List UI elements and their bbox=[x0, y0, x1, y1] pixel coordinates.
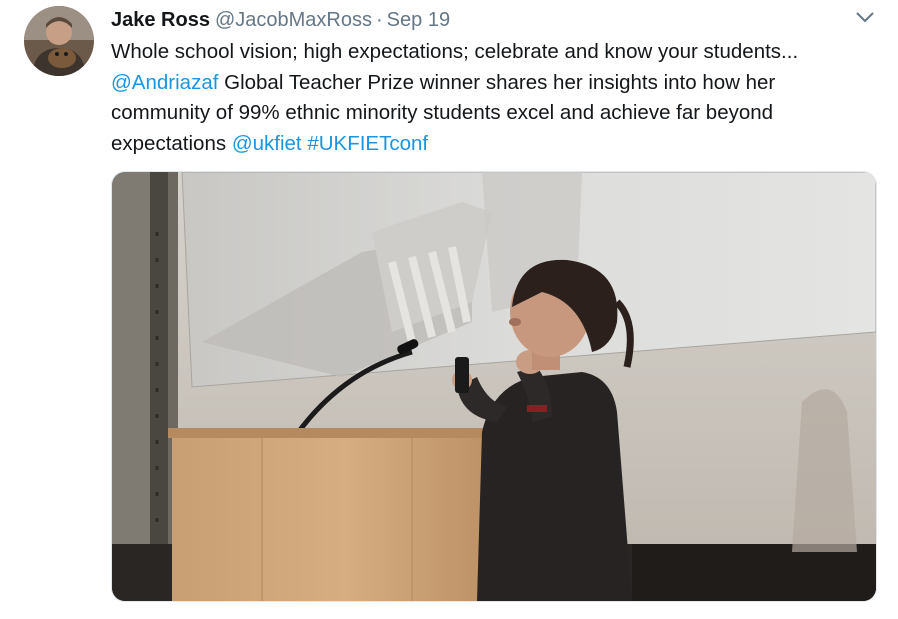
tweet-card[interactable]: Jake Ross @JacobMaxRoss · Sep 19 Whole scho… bbox=[0, 0, 898, 619]
author-handle[interactable]: @JacobMaxRoss bbox=[215, 9, 372, 31]
tweet-text: Whole school vision; high expectations; … bbox=[111, 37, 881, 159]
tweet-text-line-4: expectations @ukfiet #UKFIETconf bbox=[111, 129, 881, 160]
tweet-photo[interactable] bbox=[111, 171, 877, 602]
tweet-timestamp[interactable]: Sep 19 bbox=[387, 9, 450, 31]
hashtag-link-ukfietconf[interactable]: #UKFIETconf bbox=[307, 132, 428, 155]
separator-dot: · bbox=[376, 9, 383, 31]
tweet-text-line-1: Whole school vision; high expectations; … bbox=[111, 40, 799, 63]
mention-link-ukfiet[interactable]: @ukfiet bbox=[232, 132, 302, 155]
tweet-text-segment: Global Teacher Prize winner shares her i… bbox=[218, 70, 776, 94]
tweet-text-segment: expectations bbox=[111, 131, 232, 155]
tweet-text-line-2: @Andriazaf Global Teacher Prize winner s… bbox=[111, 68, 881, 99]
tweet-header: Jake Ross @JacobMaxRoss · Sep 19 bbox=[111, 7, 838, 33]
chevron-down-icon bbox=[856, 10, 874, 28]
more-options-button[interactable] bbox=[854, 10, 876, 28]
avatar[interactable] bbox=[24, 6, 94, 76]
tweet-text-line-3: community of 99% ethnic minority student… bbox=[111, 101, 774, 124]
author-name[interactable]: Jake Ross bbox=[111, 9, 210, 31]
mention-link-andriazaf[interactable]: @Andriazaf bbox=[111, 71, 218, 94]
